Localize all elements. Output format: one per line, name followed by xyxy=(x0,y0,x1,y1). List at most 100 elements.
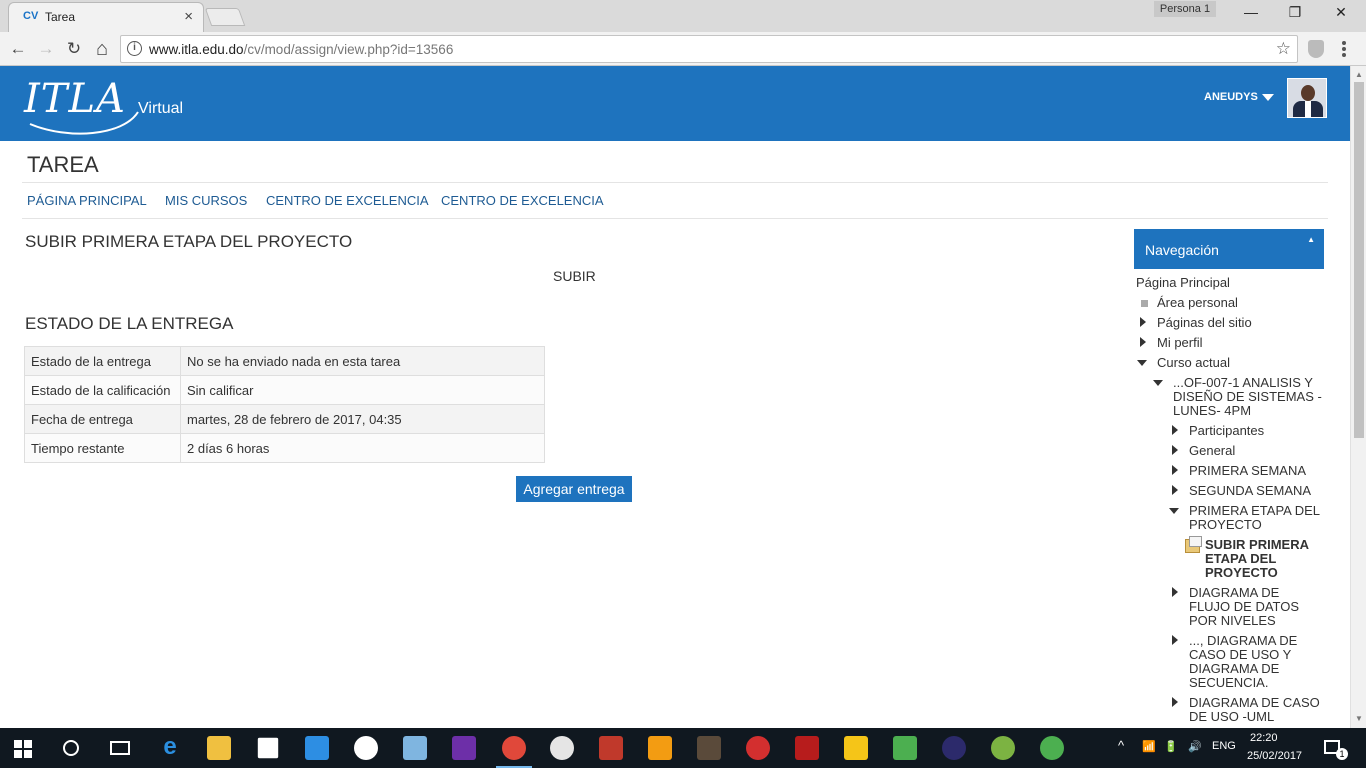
visual-studio-icon[interactable] xyxy=(452,736,476,760)
status-value: 2 días 6 horas xyxy=(180,433,545,463)
nav-item-paginas-sitio[interactable]: Páginas del sitio xyxy=(1157,316,1252,330)
edge-icon[interactable]: e xyxy=(158,735,182,760)
navigation-block-header[interactable]: Navegación ▲ xyxy=(1134,229,1324,269)
utorrent-icon[interactable] xyxy=(1040,736,1064,760)
android-studio-icon[interactable] xyxy=(991,736,1015,760)
scroll-up-icon[interactable]: ▲ xyxy=(1355,70,1363,79)
clock-date[interactable]: 25/02/2017 xyxy=(1247,750,1302,762)
network-icon[interactable]: 📶 xyxy=(1142,740,1156,753)
nav-item-curso-actual[interactable]: Curso actual xyxy=(1157,356,1230,370)
task-view-icon[interactable] xyxy=(110,741,130,755)
reload-icon[interactable]: ↻ xyxy=(62,37,86,61)
language-indicator[interactable]: ENG xyxy=(1212,740,1236,752)
volume-icon[interactable]: 🔊 xyxy=(1188,740,1202,753)
itla-logo[interactable]: ITLA Virtual xyxy=(22,72,202,135)
expand-arrow-icon[interactable] xyxy=(1172,635,1178,645)
nav-item-diagrama-flujo[interactable]: DIAGRAMA DE FLUJO DE DATOS POR NIVELES xyxy=(1189,586,1324,628)
avatar[interactable] xyxy=(1287,78,1327,118)
expand-arrow-icon[interactable] xyxy=(1172,445,1178,455)
status-value: Sin calificar xyxy=(180,375,545,405)
expand-arrow-icon[interactable] xyxy=(1172,465,1178,475)
nav-centro-excelencia-1[interactable]: CENTRO DE EXCELENCIA xyxy=(266,193,429,208)
browser-titlebar: CV Tarea × Persona 1 — ❐ ✕ xyxy=(0,0,1366,32)
nav-item-primera-etapa[interactable]: PRIMERA ETAPA DEL PROYECTO xyxy=(1189,504,1324,532)
battery-icon[interactable]: 🔋 xyxy=(1164,740,1178,753)
tab-close-icon[interactable]: × xyxy=(184,8,193,25)
expand-arrow-icon[interactable] xyxy=(1172,587,1178,597)
nav-mis-cursos[interactable]: MIS CURSOS xyxy=(165,193,247,208)
chrome-icon[interactable] xyxy=(496,736,532,768)
nav-item-segunda-semana[interactable]: SEGUNDA SEMANA xyxy=(1189,484,1311,498)
status-value: martes, 28 de febrero de 2017, 04:35 xyxy=(180,404,545,434)
profile-button[interactable]: Persona 1 xyxy=(1154,1,1216,17)
nav-item-general[interactable]: General xyxy=(1189,444,1235,458)
nav-item-home[interactable]: Página Principal xyxy=(1136,276,1230,290)
status-label: Tiempo restante xyxy=(24,433,181,463)
clock-time[interactable]: 22:20 xyxy=(1250,732,1278,744)
wunderlist-icon[interactable] xyxy=(305,736,329,760)
nav-item-course[interactable]: ...OF-007-1 ANALISIS Y DISEÑO DE SISTEMA… xyxy=(1173,376,1323,418)
windows-taskbar: e ^ 📶 🔋 🔊 ENG 22:20 25/02/2017 1 xyxy=(0,728,1366,768)
nav-item-area-personal[interactable]: Área personal xyxy=(1157,296,1238,310)
app-shoe-icon[interactable] xyxy=(795,736,819,760)
scroll-down-icon[interactable]: ▼ xyxy=(1355,714,1363,723)
nav-item-diagrama-caso-secuencia[interactable]: ..., DIAGRAMA DE CASO DE USO Y DIAGRAMA … xyxy=(1189,634,1314,690)
tab-favicon-icon: CV xyxy=(23,10,39,22)
url-domain: www.itla.edu.do xyxy=(149,42,244,57)
url-text[interactable]: www.itla.edu.do/cv/mod/assign/view.php?i… xyxy=(149,42,453,57)
home-icon[interactable]: ⌂ xyxy=(90,37,114,61)
submission-status-table: Estado de la entrega No se ha enviado na… xyxy=(24,346,545,463)
window-close-icon[interactable]: ✕ xyxy=(1326,4,1356,24)
scrollbar-thumb[interactable] xyxy=(1354,82,1364,438)
nav-item-participantes[interactable]: Participantes xyxy=(1189,424,1264,438)
address-bar[interactable]: i www.itla.edu.do/cv/mod/assign/view.php… xyxy=(120,35,1298,63)
page-title: TAREA xyxy=(27,152,99,177)
file-explorer-icon[interactable] xyxy=(207,736,231,760)
windows-start-icon[interactable] xyxy=(14,740,32,758)
nav-item-diagrama-caso-uml[interactable]: DIAGRAMA DE CASO DE USO -UML xyxy=(1189,696,1324,724)
bookmark-star-icon[interactable]: ☆ xyxy=(1276,39,1291,59)
nav-item-mi-perfil[interactable]: Mi perfil xyxy=(1157,336,1203,350)
collapse-arrow-icon[interactable] xyxy=(1137,360,1147,366)
nav-item-current-assignment[interactable]: SUBIR PRIMERA ETAPA DEL PROYECTO xyxy=(1205,538,1325,580)
collapse-arrow-icon[interactable] xyxy=(1153,380,1163,386)
page-scrollbar[interactable]: ▲ ▼ xyxy=(1350,66,1366,728)
nav-centro-excelencia-2[interactable]: CENTRO DE EXCELENCIA xyxy=(441,193,604,208)
maximize-icon[interactable]: ❐ xyxy=(1280,4,1310,24)
site-info-icon[interactable]: i xyxy=(127,41,142,56)
expand-arrow-icon[interactable] xyxy=(1140,337,1146,347)
media-player-icon[interactable] xyxy=(648,736,672,760)
nav-item-primera-semana[interactable]: PRIMERA SEMANA xyxy=(1189,464,1306,478)
forward-icon[interactable]: → xyxy=(34,37,58,61)
collapse-arrow-icon[interactable] xyxy=(1169,508,1179,514)
expand-arrow-icon[interactable] xyxy=(1172,697,1178,707)
app-yellow-icon[interactable] xyxy=(844,736,868,760)
nav-pagina-principal[interactable]: PÁGINA PRINCIPAL xyxy=(27,193,147,208)
chrome-menu-icon[interactable] xyxy=(1342,41,1346,57)
extension-shield-icon[interactable] xyxy=(1308,40,1324,58)
assignment-title: SUBIR PRIMERA ETAPA DEL PROYECTO xyxy=(25,232,353,251)
app-chart-icon[interactable] xyxy=(893,736,917,760)
eclipse-icon[interactable] xyxy=(942,736,966,760)
expand-arrow-icon[interactable] xyxy=(1172,485,1178,495)
expand-arrow-icon[interactable] xyxy=(1172,425,1178,435)
itunes-icon[interactable] xyxy=(550,736,574,760)
browser-tab[interactable]: CV Tarea × xyxy=(8,2,204,32)
tray-chevron-icon[interactable]: ^ xyxy=(1118,738,1124,753)
app-red-icon[interactable] xyxy=(746,736,770,760)
search-icon[interactable] xyxy=(63,740,79,756)
new-tab-button[interactable] xyxy=(204,8,246,26)
minimize-icon[interactable]: — xyxy=(1236,4,1266,24)
collapse-icon[interactable]: ▲ xyxy=(1307,235,1315,244)
sublime-text-icon[interactable] xyxy=(697,736,721,760)
user-menu-name[interactable]: ANEUDYS xyxy=(1204,91,1258,103)
back-icon[interactable]: ← xyxy=(6,37,30,61)
table-row: Tiempo restante 2 días 6 horas xyxy=(24,433,545,463)
podcast-icon[interactable] xyxy=(354,736,378,760)
user-menu-caret-icon[interactable] xyxy=(1262,94,1274,101)
store-icon[interactable] xyxy=(257,737,279,759)
pocket-casts-icon[interactable] xyxy=(599,736,623,760)
virtualbox-icon[interactable] xyxy=(403,736,427,760)
add-submission-button[interactable]: Agregar entrega xyxy=(516,476,632,502)
expand-arrow-icon[interactable] xyxy=(1140,317,1146,327)
